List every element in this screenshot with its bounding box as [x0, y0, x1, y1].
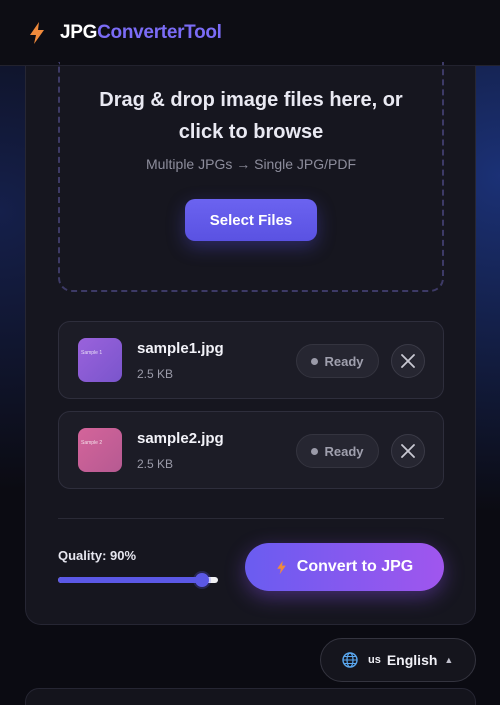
file-name: sample1.jpg	[137, 340, 224, 357]
file-size: 2.5 KB	[137, 367, 174, 381]
select-files-button[interactable]: Select Files	[185, 199, 317, 241]
bolt-icon	[276, 560, 286, 574]
status-label: Ready	[324, 443, 364, 459]
slider-handle[interactable]	[195, 573, 209, 587]
section-divider	[58, 518, 444, 519]
converter-card: Drag & drop image files here, or click t…	[25, 62, 476, 625]
convert-button-label: Convert to JPG	[296, 558, 414, 575]
status-dot-icon	[311, 357, 319, 365]
dropzone-title: Drag & drop image files here, or click t…	[99, 89, 403, 143]
convert-button[interactable]: Convert to JPG	[245, 543, 444, 591]
status-badge: Ready	[296, 434, 379, 468]
app-header: JPGConverterTool	[0, 0, 500, 66]
language-code: us	[368, 654, 381, 666]
language-selector[interactable]: us English ▲	[320, 638, 476, 682]
logo-jpg: JPG	[60, 21, 98, 43]
app-logo[interactable]: JPGConverterTool	[60, 22, 222, 44]
language-label: English	[386, 652, 438, 668]
status-dot-icon	[311, 447, 319, 455]
globe-icon	[342, 652, 358, 668]
slider-fill	[58, 577, 202, 583]
file-item: Sample 1 sample1.jpg 2.5 KB Ready	[58, 321, 444, 399]
bolt-icon	[30, 21, 44, 44]
quality-slider[interactable]	[58, 572, 218, 588]
file-size: 2.5 KB	[137, 457, 174, 471]
logo-converter-tool: ConverterTool	[97, 21, 222, 43]
file-dropzone[interactable]: Drag & drop image files here, or click t…	[58, 62, 444, 292]
file-thumbnail: Sample 2	[78, 428, 122, 472]
close-icon	[401, 354, 415, 368]
caret-up-icon: ▲	[444, 655, 454, 665]
file-item: Sample 2 sample2.jpg 2.5 KB Ready	[58, 411, 444, 489]
remove-file-button[interactable]	[391, 344, 425, 378]
close-icon	[401, 444, 415, 458]
thumbnail-label: Sample 1	[81, 350, 103, 356]
footer-card	[25, 688, 476, 705]
status-label: Ready	[324, 353, 364, 369]
status-badge: Ready	[296, 344, 379, 378]
file-thumbnail: Sample 1	[78, 338, 122, 382]
file-name: sample2.jpg	[137, 430, 224, 447]
remove-file-button[interactable]	[391, 434, 425, 468]
quality-label: Quality: 90%	[58, 548, 137, 563]
dropzone-subtitle: Multiple JPGs → Single JPG/PDF	[145, 156, 357, 172]
thumbnail-label: Sample 2	[81, 440, 103, 446]
